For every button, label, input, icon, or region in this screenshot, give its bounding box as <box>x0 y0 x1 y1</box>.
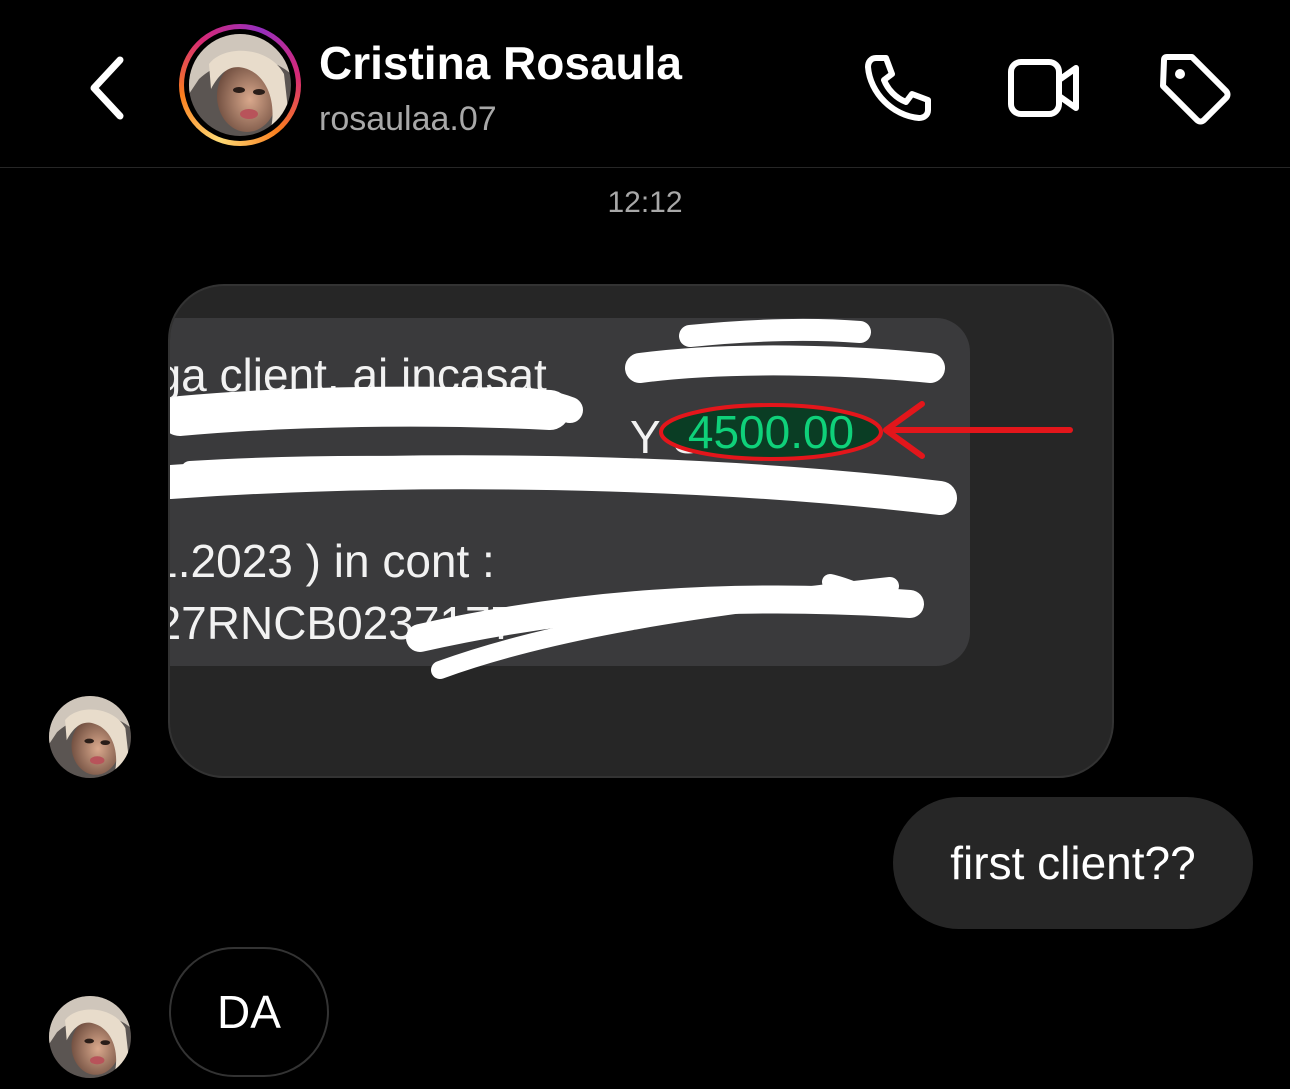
contact-name[interactable]: Cristina Rosaula <box>319 36 682 90</box>
outgoing-message[interactable]: first client?? <box>893 797 1253 929</box>
tag-icon <box>1160 54 1231 125</box>
avatar[interactable] <box>49 996 131 1078</box>
sms-screenshot: aga client, ai incasat Y SRL, 11.2023 ) … <box>168 318 970 666</box>
chevron-left-icon <box>90 56 124 120</box>
highlighted-amount: 4500.00 <box>658 402 884 462</box>
video-call-button[interactable] <box>1006 50 1082 126</box>
direct-message-screen: Cristina Rosaula rosaulaa.07 12:12 aga c… <box>0 0 1290 1089</box>
contact-username: rosaulaa.07 <box>319 100 497 138</box>
chat-header: Cristina Rosaula rosaulaa.07 <box>0 0 1290 168</box>
message-timestamp: 12:12 <box>607 186 683 219</box>
amount-value: 4500.00 <box>687 406 855 458</box>
incoming-message[interactable]: DA <box>169 947 329 1077</box>
phone-icon <box>865 55 931 121</box>
sms-line: 11.2023 ) in cont : <box>170 535 495 587</box>
back-button[interactable] <box>78 48 138 128</box>
sms-line: 027RNCB0237177 <box>168 597 517 649</box>
tag-button[interactable] <box>1156 50 1232 126</box>
sms-line: aga client, ai incasat <box>168 349 547 401</box>
story-ring-avatar[interactable] <box>179 24 301 146</box>
avatar[interactable] <box>49 696 131 778</box>
video-camera-icon <box>1008 59 1079 117</box>
avatar <box>189 34 291 136</box>
image-message[interactable]: aga client, ai incasat Y SRL, 11.2023 ) … <box>168 284 1114 778</box>
voice-call-button[interactable] <box>860 50 936 126</box>
